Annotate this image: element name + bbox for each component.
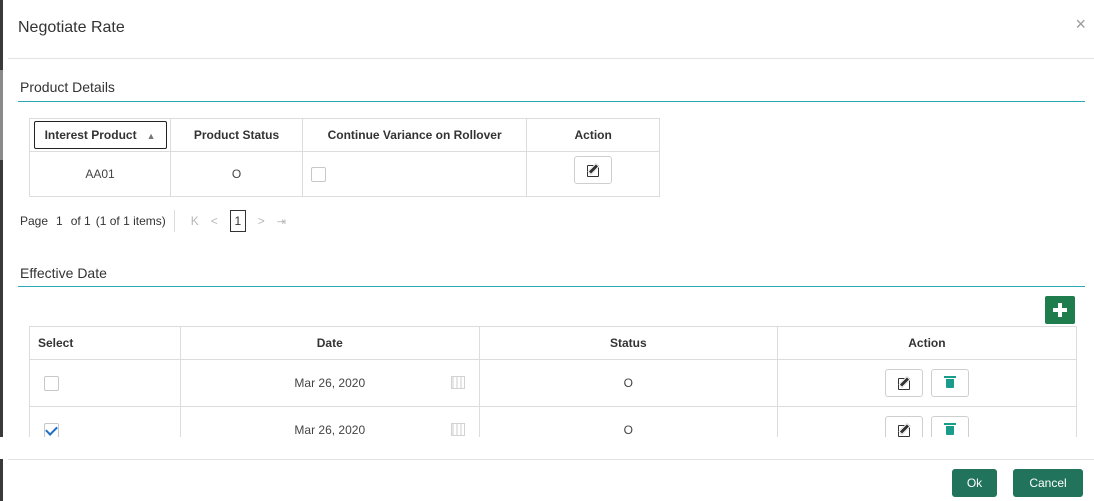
column-header-date: Date [179,326,480,360]
modal-header: Negotiate Rate × [8,0,1094,59]
page-number: 1 [56,214,63,228]
first-page-button[interactable]: K [191,214,199,228]
current-page-button[interactable]: 1 [229,210,246,232]
column-header-action: Action [526,118,660,152]
date-value: Mar 26, 2020 [294,423,366,437]
action-cell [776,359,1078,407]
select-cell [29,359,181,407]
column-header-status: Status [478,326,778,360]
trash-icon [943,423,956,436]
date-cell[interactable]: Mar 26, 2020 [179,359,480,407]
column-header-action: Action [776,326,1078,360]
row-select-checkbox[interactable] [44,422,59,438]
calendar-icon[interactable] [450,423,465,436]
delete-button[interactable] [930,369,969,397]
interest-product-cell: AA01 [28,151,172,197]
product-details-title: Product Details [20,79,115,95]
edit-button[interactable] [885,369,924,397]
table-row: AA01 O [28,151,660,197]
edit-button[interactable] [574,156,613,184]
action-cell [526,151,660,197]
column-header-select: Select [29,326,181,360]
sort-asc-icon[interactable]: ▲ [147,131,156,141]
pagination: Page 1 of 1 (1 of 1 items) K < 1 > ⇥ [20,208,292,234]
date-value: Mar 26, 2020 [294,376,366,390]
section-divider [18,101,1085,102]
product-details-table: Interest Product ▲ Product Status Continu… [28,118,660,197]
product-status-cell: O [170,151,303,197]
add-icon[interactable] [1045,296,1075,324]
modal-footer-divider [8,459,1094,460]
modal-title: Negotiate Rate [18,19,125,36]
edit-icon [898,424,911,437]
effective-date-title: Effective Date [20,265,107,281]
calendar-icon[interactable] [450,376,465,389]
background-edge [0,0,3,501]
previous-page-button[interactable]: < [211,214,218,228]
page-label: Page [20,214,49,228]
status-cell: O [478,359,778,407]
section-divider [18,286,1085,287]
edit-icon [587,164,600,177]
items-count: (1 of 1 items) [95,214,166,228]
table-row: Mar 26, 2020 O [29,359,1078,407]
column-header-interest-product[interactable]: Interest Product ▲ [28,118,172,152]
effective-date-table: Select Date Status Action Mar 26, 2020 O… [29,326,1078,454]
last-page-button[interactable]: ⇥ [277,215,286,228]
edit-icon [898,377,911,390]
close-icon[interactable]: × [1075,14,1086,35]
continue-variance-checkbox[interactable] [310,166,326,182]
row-select-checkbox[interactable] [44,375,59,391]
trash-icon [943,376,956,389]
scroll-clip [0,437,1094,459]
ok-button[interactable]: Ok [952,469,997,497]
cancel-button[interactable]: Cancel [1013,469,1083,497]
continue-variance-cell [301,151,528,197]
page-of-label: of 1 [70,214,91,228]
column-header-product-status: Product Status [170,118,303,152]
next-page-button[interactable]: > [258,214,265,228]
column-header-continue-variance: Continue Variance on Rollover [301,118,528,152]
